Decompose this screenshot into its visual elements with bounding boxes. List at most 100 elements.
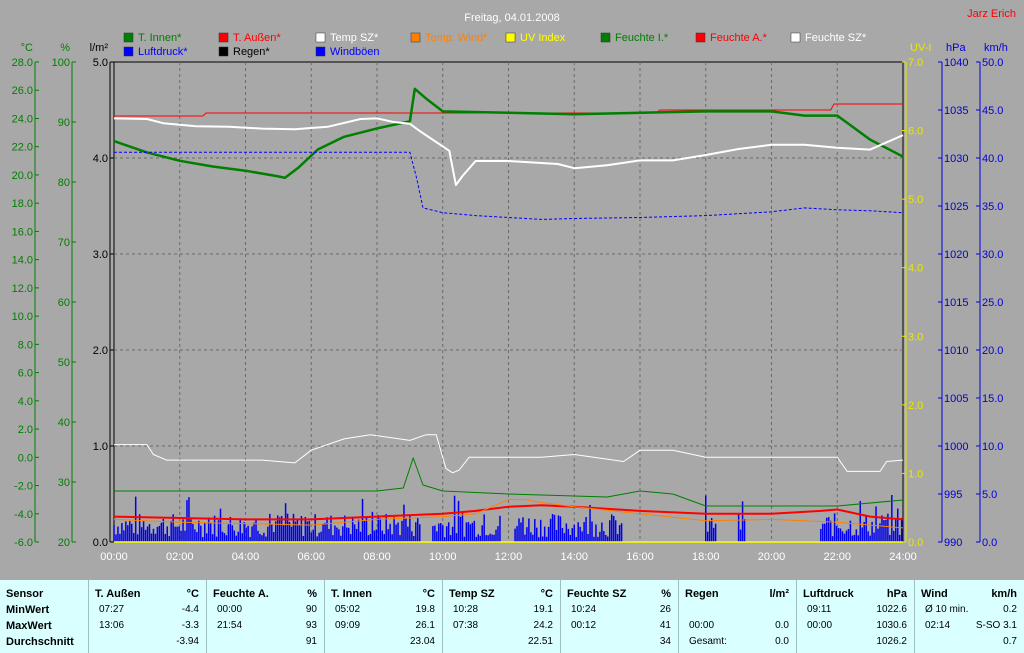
- legend-swatch: [600, 32, 611, 43]
- table-cell-time: 21:54: [217, 620, 243, 631]
- legend-label: Temp SZ*: [330, 32, 379, 44]
- summary-table: Sensor MinWert MaxWert Durchschnitt T. A…: [0, 580, 1024, 653]
- table-column: T. Innen °C 05:02 19.8 09:09 26.1 23.04: [324, 580, 443, 653]
- axis-tick-label-humidity: 50: [58, 357, 70, 369]
- x-tick-label: 00:00: [100, 551, 128, 563]
- axis-tick-label-temp: 10.0: [12, 311, 33, 323]
- table-cell-time: 00:00: [807, 620, 833, 631]
- table-cell-value: 90: [305, 604, 317, 615]
- axis-tick-label-pressure: 1005: [944, 393, 968, 405]
- table-cell-time: 09:09: [335, 620, 361, 631]
- table-cell-time: 05:02: [335, 604, 361, 615]
- axis-tick-label-pressure: 1030: [944, 153, 968, 165]
- axis-tick-label-temp: 26.0: [12, 85, 33, 97]
- table-header: Temp SZ: [449, 588, 495, 600]
- table-cell-time: 13:06: [99, 620, 125, 631]
- axis-tick-label-wind: 0.0: [982, 537, 997, 549]
- x-tick-label: 12:00: [495, 551, 523, 563]
- table-cell-time: 02:14: [925, 620, 951, 631]
- axis-tick-label-temp: 20.0: [12, 170, 33, 182]
- table-header: T. Außen: [95, 588, 141, 600]
- axis-tick-label-rain: 4.0: [93, 153, 108, 165]
- legend-swatch: [218, 32, 229, 43]
- table-cell-value: 26.1: [415, 620, 435, 631]
- table-header-unit: °C: [540, 588, 553, 600]
- table-cell-time: 00:00: [217, 604, 243, 615]
- axis-tick-label-humidity: 60: [58, 297, 70, 309]
- x-tick-label: 06:00: [297, 551, 325, 563]
- table-cell-value: 1022.6: [876, 604, 907, 615]
- axis-tick-label-temp: 28.0: [12, 57, 33, 69]
- table-cell-time: 07:27: [99, 604, 125, 615]
- legend-swatch: [218, 46, 229, 57]
- table-header: Regen: [685, 588, 719, 600]
- legend-swatch: [790, 32, 801, 43]
- table-cell-value: 1026.2: [876, 636, 907, 647]
- axis-tick-label-pressure: 1000: [944, 441, 968, 453]
- axis-unit-temp: °C: [21, 42, 33, 54]
- legend-label: Temp. Wind*: [425, 32, 488, 44]
- axis-tick-label-humidity: 100: [52, 57, 70, 69]
- table-cell-time: Gesamt:: [689, 636, 727, 647]
- axis-tick-label-temp: 18.0: [12, 198, 33, 210]
- table-cell-value: -3.94: [176, 636, 199, 647]
- x-tick-label: 02:00: [166, 551, 194, 563]
- axis-tick-label-wind: 40.0: [982, 153, 1003, 165]
- axis-unit-uv: UV-I: [910, 42, 931, 54]
- legend-swatch: [505, 32, 516, 43]
- axis-tick-label-temp: 4.0: [18, 396, 33, 408]
- table-header: Wind: [921, 588, 948, 600]
- axis-tick-label-rain: 0.0: [93, 537, 108, 549]
- axis-unit-wind: km/h: [984, 42, 1008, 54]
- axis-tick-label-humidity: 40: [58, 417, 70, 429]
- axis-unit-rain: l/m²: [90, 42, 109, 54]
- axis-unit-humidity: %: [60, 42, 70, 54]
- axis-tick-label-temp: 6.0: [18, 368, 33, 380]
- table-cell-value: 0.7: [1003, 636, 1017, 647]
- axis-tick-label-pressure: 1035: [944, 105, 968, 117]
- axis-tick-label-pressure: 1020: [944, 249, 968, 261]
- table-cell-value: 93: [305, 620, 317, 631]
- axis-tick-label-temp: 14.0: [12, 255, 33, 267]
- table-cell-time: 10:28: [453, 604, 479, 615]
- legend-label: Feuchte I.*: [615, 32, 669, 44]
- author-label: Jarz Erich: [967, 8, 1016, 20]
- table-cell-value: 41: [659, 620, 671, 631]
- table-cell-value: 0.0: [775, 620, 789, 631]
- axis-tick-label-temp: 24.0: [12, 113, 33, 125]
- table-header-unit: °C: [422, 588, 435, 600]
- axis-tick-label-pressure: 990: [944, 537, 962, 549]
- table-column: Regen l/m² 00:00 0.0 Gesamt: 0.0: [678, 580, 797, 653]
- axis-tick-label-temp: -6.0: [14, 537, 33, 549]
- table-cell-value: 24.2: [533, 620, 553, 631]
- axis-tick-label-temp: 12.0: [12, 283, 33, 295]
- table-header: Luftdruck: [803, 588, 854, 600]
- table-cell-time: Ø 10 min.: [925, 604, 969, 615]
- axis-tick-label-humidity: 20: [58, 537, 70, 549]
- chart-title: Freitag, 04.01.2008: [464, 12, 559, 24]
- legend-swatch: [410, 32, 421, 43]
- legend-swatch: [695, 32, 706, 43]
- legend-swatch: [123, 32, 134, 43]
- table-header: Feuchte SZ: [567, 588, 627, 600]
- table-column: Wind km/h Ø 10 min. 0.2 02:14 S-SO 3.1 0.7: [914, 580, 1024, 653]
- axis-tick-label-uv: 5.0: [908, 194, 923, 206]
- legend-swatch: [123, 46, 134, 57]
- x-tick-label: 18:00: [692, 551, 720, 563]
- axis-tick-label-wind: 45.0: [982, 105, 1003, 117]
- table-cell-time: 00:12: [571, 620, 597, 631]
- legend-label: Regen*: [233, 46, 270, 58]
- legend-swatch: [315, 46, 326, 57]
- table-cell-value: 19.1: [533, 604, 553, 615]
- axis-tick-label-temp: 8.0: [18, 339, 33, 351]
- table-header-unit: °C: [186, 588, 199, 600]
- axis-tick-label-humidity: 30: [58, 477, 70, 489]
- axis-tick-label-temp: -2.0: [14, 481, 33, 493]
- table-cell-time: 10:24: [571, 604, 597, 615]
- legend-label: Windböen: [330, 46, 380, 58]
- table-column: T. Außen °C 07:27 -4.4 13:06 -3.3 -3.94: [88, 580, 207, 653]
- axis-tick-label-wind: 10.0: [982, 441, 1003, 453]
- axis-tick-label-temp: -4.0: [14, 509, 33, 521]
- axis-tick-label-wind: 20.0: [982, 345, 1003, 357]
- axis-tick-label-rain: 1.0: [93, 441, 108, 453]
